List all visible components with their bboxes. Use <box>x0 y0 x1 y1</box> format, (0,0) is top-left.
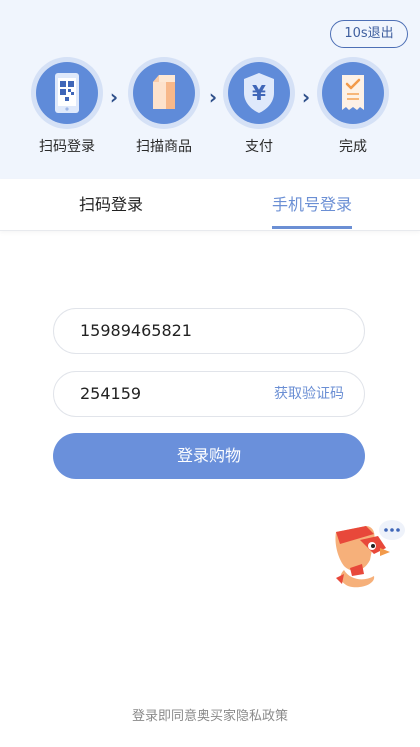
step-complete: 完成 <box>313 62 393 156</box>
step-scan-product: 扫描商品 <box>124 62 204 156</box>
step-scan-login: 扫码登录 <box>27 62 107 156</box>
tab-phone-login[interactable]: 手机号登录 <box>266 179 358 231</box>
svg-text:¥: ¥ <box>252 81 266 105</box>
verification-code-value: 254159 <box>80 384 142 403</box>
get-code-button[interactable]: 获取验证码 <box>274 372 344 416</box>
step-label: 扫码登录 <box>39 139 95 155</box>
yuan-shield-icon: ¥ <box>228 62 290 124</box>
privacy-policy-link[interactable]: 登录即同意奥买家隐私政策 <box>0 705 420 724</box>
step-label: 支付 <box>245 139 273 155</box>
step-pay: ¥ 支付 <box>219 62 299 156</box>
mascot-bird-icon[interactable] <box>330 518 410 594</box>
step-label: 完成 <box>339 139 367 155</box>
verification-code-field[interactable]: 254159 获取验证码 <box>53 371 365 417</box>
active-tab-indicator <box>272 226 352 229</box>
phone-qrcode-icon <box>36 62 98 124</box>
login-tabs: 扫码登录 手机号登录 <box>0 179 420 231</box>
step-label: 扫描商品 <box>136 139 192 155</box>
exit-countdown-button[interactable]: 10s退出 <box>330 20 408 48</box>
login-shopping-button[interactable]: 登录购物 <box>53 433 365 479</box>
chevron-right-icon: › <box>301 85 311 109</box>
product-box-icon <box>133 62 195 124</box>
phone-number-field[interactable]: 15989465821 <box>53 308 365 354</box>
tab-scan-login[interactable]: 扫码登录 <box>56 179 166 231</box>
chevron-right-icon: › <box>109 85 119 109</box>
phone-number-value: 15989465821 <box>80 321 192 340</box>
receipt-check-icon <box>322 62 384 124</box>
